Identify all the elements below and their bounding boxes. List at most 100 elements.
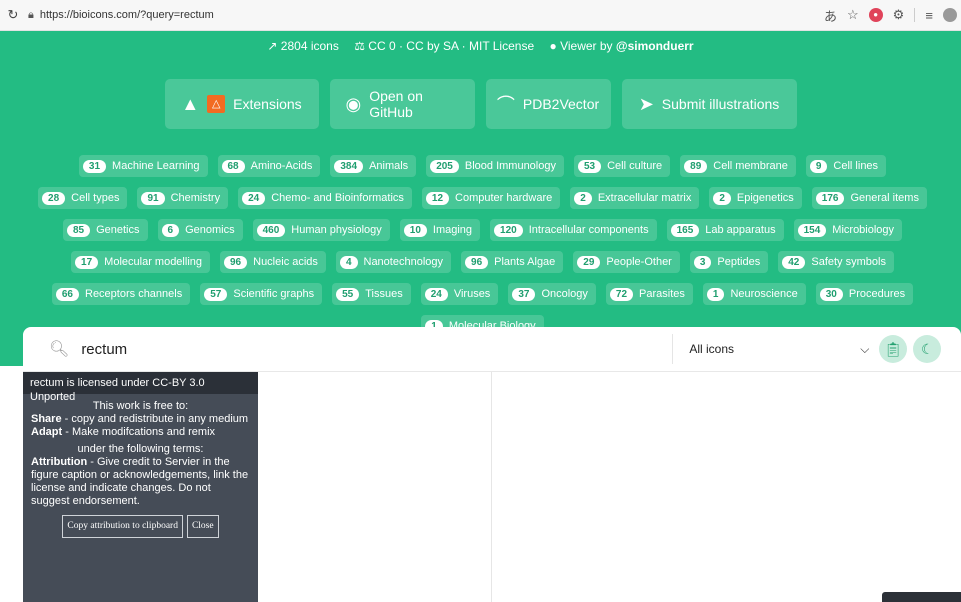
category-count-badge: 384 bbox=[334, 159, 364, 173]
category-count-badge: 72 bbox=[609, 287, 634, 301]
github-label: Open on GitHub bbox=[369, 88, 423, 120]
category-chip[interactable]: 3 Peptides bbox=[689, 251, 769, 273]
category-label: Nucleic acids bbox=[253, 256, 318, 268]
category-label: Chemo- and Bioinformatics bbox=[271, 192, 404, 204]
category-count-badge: 31 bbox=[82, 159, 107, 173]
category-chip[interactable]: 12 Computer hardware bbox=[421, 187, 561, 209]
category-list: 31 Machine Learning 68 Amino-Acids 384 Animal… bbox=[30, 155, 935, 337]
category-chip[interactable]: 30 Procedures bbox=[815, 283, 914, 305]
category-label: Animals bbox=[369, 160, 409, 172]
url-text[interactable]: https://bioicons.com/?query=rectum bbox=[40, 9, 214, 21]
category-count-badge: 28 bbox=[42, 191, 66, 205]
category-label: Genomics bbox=[185, 224, 235, 236]
search-divider bbox=[672, 334, 674, 364]
category-chip[interactable]: 68 Amino-Acids bbox=[217, 155, 321, 177]
inkscape-icon: ▲ bbox=[181, 93, 200, 114]
category-chip[interactable]: 91 Chemistry bbox=[137, 187, 229, 209]
category-chip[interactable]: 2 Epigenetics bbox=[709, 187, 802, 209]
app-logo-icon: △ bbox=[207, 95, 226, 113]
extension-badge-icon[interactable]: ● bbox=[868, 8, 883, 22]
category-chip[interactable]: 176 General items bbox=[811, 187, 927, 209]
category-chip[interactable]: 205 Blood Immunology bbox=[426, 155, 564, 177]
category-label: Imaging bbox=[432, 224, 473, 236]
search-icon: 🔍︎ bbox=[49, 341, 70, 358]
bezier-curve-icon: ⌒ bbox=[496, 95, 515, 115]
category-label: Blood Immunology bbox=[464, 160, 556, 172]
address-bar[interactable]: 🔒︎ https://bioicons.com/?query=rectum bbox=[28, 4, 818, 26]
icon-filter-select[interactable]: All icons ⌵ bbox=[689, 342, 869, 357]
help-widget[interactable] bbox=[882, 592, 961, 602]
github-button[interactable]: ◉ Open on GitHub bbox=[329, 79, 475, 129]
category-chip[interactable]: 24 Viruses bbox=[420, 283, 499, 305]
category-chip[interactable]: 17 Molecular modelling bbox=[71, 251, 210, 273]
category-chip[interactable]: 66 Receptors channels bbox=[51, 283, 191, 305]
submit-illustrations-button[interactable]: ➤ Submit illustrations bbox=[621, 79, 797, 129]
profile-avatar-icon[interactable] bbox=[942, 8, 957, 22]
category-chip[interactable]: 29 People-Other bbox=[573, 251, 680, 273]
favorites-list-icon[interactable]: ≡ bbox=[925, 8, 933, 23]
dark-mode-toggle[interactable]: ☾ bbox=[913, 335, 942, 363]
category-chip[interactable]: 24 Chemo- and Bioinformatics bbox=[238, 187, 412, 209]
category-count-badge: 2 bbox=[713, 191, 731, 205]
category-label: Scientific graphs bbox=[233, 288, 315, 300]
category-chip[interactable]: 72 Parasites bbox=[605, 283, 693, 305]
category-chip[interactable]: 85 Genetics bbox=[62, 219, 148, 241]
clipboard-icon: 📋︎ bbox=[884, 340, 903, 357]
category-chip[interactable]: 96 Nucleic acids bbox=[220, 251, 326, 273]
category-chip[interactable]: 384 Animals bbox=[330, 155, 417, 177]
pdb2vector-button[interactable]: ⌒ PDB2Vector bbox=[485, 79, 611, 129]
category-chip[interactable]: 6 Genomics bbox=[157, 219, 243, 241]
category-chip[interactable]: 37 Oncology bbox=[508, 283, 596, 305]
results-area bbox=[258, 372, 491, 602]
balance-scale-icon: ⚖ bbox=[354, 39, 365, 53]
category-label: Oncology bbox=[541, 288, 588, 300]
category-chip[interactable]: 57 Scientific graphs bbox=[200, 283, 323, 305]
close-button[interactable]: Close bbox=[186, 515, 219, 538]
category-chip[interactable]: 9 Cell lines bbox=[805, 155, 887, 177]
category-chip[interactable]: 89 Cell membrane bbox=[680, 155, 796, 177]
category-chip[interactable]: 55 Tissues bbox=[332, 283, 411, 305]
category-count-badge: 96 bbox=[465, 255, 489, 269]
category-chip[interactable]: 1 Neuroscience bbox=[702, 283, 806, 305]
category-count-badge: 30 bbox=[819, 287, 843, 301]
category-chip[interactable]: 2 Extracellular matrix bbox=[570, 187, 700, 209]
reload-icon[interactable]: ↻ bbox=[2, 7, 24, 23]
license-header: rectum is licensed under CC-BY 3.0 Unpor… bbox=[23, 372, 258, 403]
category-label: Genetics bbox=[96, 224, 140, 236]
share-label: Share bbox=[31, 413, 62, 425]
category-chip[interactable]: 4 Nanotechnology bbox=[335, 251, 452, 273]
action-buttons: ▲ △ Extensions ◉ Open on GitHub ⌒ PDB2Ve… bbox=[0, 79, 961, 129]
category-chip[interactable]: 42 Safety symbols bbox=[778, 251, 894, 273]
category-count-badge: 460 bbox=[256, 223, 286, 237]
clipboard-button[interactable]: 📋︎ bbox=[879, 335, 908, 363]
toolbar-separator bbox=[914, 8, 916, 22]
favorite-star-icon[interactable]: ☆ bbox=[847, 7, 859, 23]
category-count-badge: 66 bbox=[55, 287, 79, 301]
category-chip[interactable]: 165 Lab apparatus bbox=[666, 219, 784, 241]
search-input[interactable] bbox=[79, 339, 644, 359]
category-label: Microbiology bbox=[832, 224, 895, 236]
category-label: Neuroscience bbox=[730, 288, 798, 300]
extensions-icon[interactable]: ⚙ bbox=[893, 7, 905, 23]
category-chip[interactable]: 120 Intracellular components bbox=[490, 219, 657, 241]
category-count-badge: 205 bbox=[430, 159, 459, 173]
category-chip[interactable]: 31 Machine Learning bbox=[78, 155, 208, 177]
category-chip[interactable]: 154 Microbiology bbox=[793, 219, 903, 241]
copy-attribution-button[interactable]: Copy attribution to clipboard bbox=[62, 515, 183, 538]
extensions-button[interactable]: ▲ △ Extensions bbox=[164, 79, 319, 129]
viewer-user-link[interactable]: @simonduerr bbox=[616, 39, 694, 53]
category-count-badge: 2 bbox=[574, 191, 592, 205]
category-chip[interactable]: 28 Cell types bbox=[38, 187, 128, 209]
browser-toolbar: ↻ 🔒︎ https://bioicons.com/?query=rectum … bbox=[0, 0, 961, 31]
lock-icon[interactable]: 🔒︎ bbox=[28, 9, 34, 22]
category-chip[interactable]: 460 Human physiology bbox=[252, 219, 390, 241]
category-count-badge: 57 bbox=[204, 287, 228, 301]
category-label: Safety symbols bbox=[811, 256, 886, 268]
adapt-term: Adapt - Make modifcations and remix bbox=[31, 426, 250, 439]
category-chip[interactable]: 53 Cell culture bbox=[573, 155, 671, 177]
category-chip[interactable]: 96 Plants Algae bbox=[461, 251, 564, 273]
translate-icon[interactable]: あ bbox=[824, 6, 837, 25]
category-chip[interactable]: 10 Imaging bbox=[399, 219, 481, 241]
category-count-badge: 29 bbox=[577, 255, 601, 269]
trending-icon: ↗ bbox=[267, 39, 278, 53]
